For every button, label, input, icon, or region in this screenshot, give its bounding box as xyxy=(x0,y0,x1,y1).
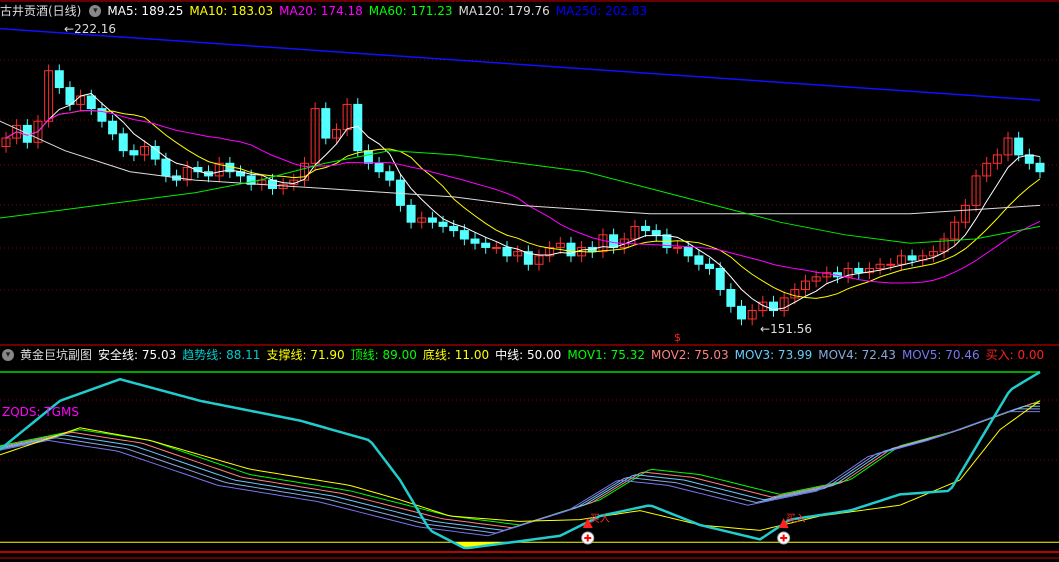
candle-body xyxy=(491,246,501,249)
candle-body xyxy=(353,103,363,152)
buy-signal-label: 买入 xyxy=(786,513,806,525)
mov3-line xyxy=(0,405,1040,531)
candle-body xyxy=(481,242,491,248)
candle-body xyxy=(1035,162,1045,173)
candle-body xyxy=(161,158,171,177)
candle-body xyxy=(1024,154,1034,164)
candle-body xyxy=(385,171,395,181)
sub-ind-11: 买入: 0.00 xyxy=(985,348,1045,362)
candle-body xyxy=(694,255,704,265)
candle-body xyxy=(737,305,747,320)
candle-body xyxy=(502,246,512,257)
candle-body xyxy=(566,242,576,257)
candle-body xyxy=(726,289,736,307)
candle-body xyxy=(97,108,107,122)
candle-body xyxy=(609,234,619,248)
sub-ind-6: MOV1: 75.32 xyxy=(567,348,645,362)
sub-header: ▾ 黄金巨坑副图 安全线: 75.03 趋势线: 88.11 支撑线: 71.90 顶… xyxy=(0,346,1044,364)
candle-body xyxy=(854,267,864,274)
candle-body xyxy=(886,263,896,266)
candle-body xyxy=(54,70,64,89)
candle-body xyxy=(715,267,725,291)
main-ind-2: MA20: 174.18 xyxy=(279,4,363,18)
main-ind-1: MA10: 183.03 xyxy=(189,4,274,18)
candle-body xyxy=(1014,137,1024,156)
sub-ind-4: 底线: 11.00 xyxy=(422,348,490,362)
kline-chart[interactable]: 买入 买入 xyxy=(0,0,1059,562)
sub-ind-1: 趋势线: 88.11 xyxy=(182,348,261,362)
candle-body xyxy=(438,221,448,227)
candle-body xyxy=(108,120,118,135)
sub-ind-7: MOV2: 75.03 xyxy=(650,348,729,362)
ma10-line xyxy=(5,109,1041,299)
candle-body xyxy=(651,230,661,236)
zqds-label: ZQDS: TGMS xyxy=(2,405,79,419)
candle-body xyxy=(406,204,416,223)
main-header: 古井贡酒(日线) ▾ MA5: 189.25 MA10: 183.03 MA20: … xyxy=(0,2,647,20)
mov2-line xyxy=(0,403,1040,529)
sub-ind-3: 顶线: 89.00 xyxy=(350,348,417,362)
candle-body xyxy=(470,238,480,244)
dropdown-icon[interactable]: ▾ xyxy=(2,349,14,361)
stock-title: 古井贡酒(日线) xyxy=(0,4,82,18)
golden-pit-fill xyxy=(0,542,1040,549)
mov1-line xyxy=(0,400,1041,526)
sub-ind-9: MOV4: 72.43 xyxy=(818,348,896,362)
candle-body xyxy=(150,145,160,160)
candle-body xyxy=(705,263,715,269)
main-ind-0: MA5: 189.25 xyxy=(107,4,184,18)
sub-ind-8: MOV3: 73.99 xyxy=(734,348,813,362)
low-price-label: ←151.56 xyxy=(760,322,813,336)
ma250-line xyxy=(0,27,1041,101)
candle-body xyxy=(673,246,683,249)
candle-body xyxy=(427,217,437,223)
candle-body xyxy=(641,225,651,232)
mov4-line xyxy=(0,408,1040,534)
main-ind-4: MA120: 179.76 xyxy=(458,4,550,18)
marker-label: $ xyxy=(674,331,681,344)
main-ind-3: MA60: 171.23 xyxy=(368,4,453,18)
candle-body xyxy=(246,175,256,185)
high-price-label: ←222.16 xyxy=(64,22,117,36)
candle-body xyxy=(907,255,917,261)
candle-body xyxy=(321,108,331,139)
candle-body xyxy=(459,230,469,240)
main-ind-5: MA250: 202.83 xyxy=(555,4,648,18)
buy-signal-label: 买入 xyxy=(590,513,610,525)
support-line xyxy=(0,400,1041,531)
sub-ind-2: 支撑线: 71.90 xyxy=(266,348,345,362)
candle-body xyxy=(129,150,139,156)
dropdown-icon[interactable]: ▾ xyxy=(89,5,102,17)
candle-body xyxy=(267,179,277,190)
candle-body xyxy=(683,246,693,257)
sub-ind-0: 安全线: 75.03 xyxy=(98,348,177,362)
sub-title: 黄金巨坑副图 xyxy=(20,348,93,362)
sub-ind-10: MOV5: 70.46 xyxy=(901,348,980,362)
candle-body xyxy=(363,150,373,164)
sub-ind-5: 中线: 50.00 xyxy=(495,348,562,362)
candle-body xyxy=(65,87,75,105)
candle-body xyxy=(86,95,96,110)
candle-body xyxy=(374,162,384,173)
candle-body xyxy=(118,133,128,152)
candle-body xyxy=(449,225,459,232)
